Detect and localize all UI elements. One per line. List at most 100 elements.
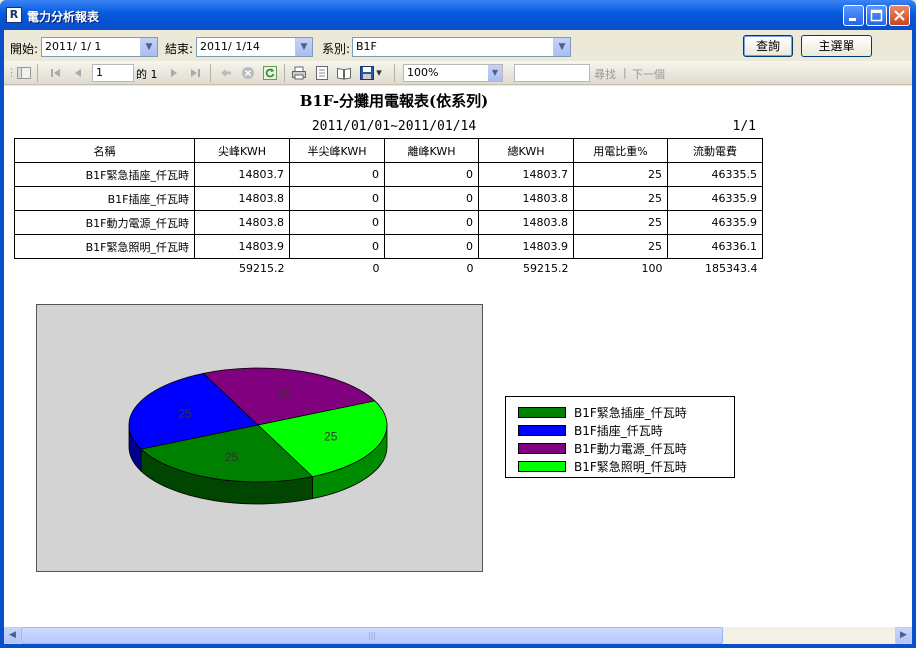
chevron-down-icon[interactable]: ▼ [140,38,157,56]
page-number-input[interactable]: 1 [92,64,134,82]
table-cell: 14803.7 [194,162,290,187]
table-cell: 14803.7 [478,162,574,187]
table-cell: 14803.8 [194,210,290,235]
table-cell: 0 [289,186,385,211]
document-map-icon[interactable] [16,65,32,81]
end-date-label: 結束: [165,42,194,56]
previous-page-icon[interactable] [70,65,86,81]
find-next-button[interactable]: 下一個 [632,66,665,82]
table-row: B1F緊急插座_仟瓦時 14803.7 0 0 14803.7 25 46335… [14,162,763,187]
chevron-right-icon: ▶ [900,630,907,640]
minimize-icon [849,18,856,21]
pie-slice-label: 25 [324,430,338,444]
table-cell: 14803.8 [478,210,574,235]
next-page-icon[interactable] [166,65,182,81]
legend-label: B1F緊急照明_仟瓦時 [574,460,687,474]
end-date-value: 2011/ 1/14 [200,40,260,53]
table-cell: B1F緊急照明_仟瓦時 [14,234,195,259]
zoom-select[interactable]: 100% ▼ [403,64,503,82]
main-menu-button[interactable]: 主選單 [801,35,872,57]
find-button[interactable]: 尋找 [594,66,616,82]
first-page-icon[interactable] [48,65,64,81]
column-header: 尖峰KWH [194,138,290,163]
table-cell: 25 [573,162,668,187]
column-header: 名稱 [14,138,195,163]
totals-row: 59215.2 0 0 59215.2 100 185343.4 [15,259,763,279]
chevron-down-icon[interactable]: ▼ [295,38,312,56]
system-select[interactable]: B1F ▼ [352,37,571,57]
pie-slice-label: 25 [278,386,292,400]
maximize-button[interactable] [866,5,887,26]
last-page-icon[interactable] [187,65,203,81]
print-layout-icon[interactable] [314,65,330,81]
title-bar: R 電力分析報表 [0,0,916,30]
window-frame-bottom [0,644,916,648]
table-cell: 14803.9 [194,234,290,259]
legend-swatch [518,407,566,418]
column-header: 總KWH [478,138,574,163]
print-icon[interactable] [291,65,307,81]
table-cell: 0 [384,234,479,259]
column-header: 流動電費 [667,138,763,163]
table-cell: 0 [289,162,385,187]
window-frame-right [912,30,916,648]
report-table: 名稱 尖峰KWH 半尖峰KWH 離峰KWH 總KWH 用電比重% 流動電費 B1… [14,138,763,279]
end-date-picker[interactable]: 2011/ 1/14 ▼ [196,37,313,57]
pie-slice-label: 25 [179,406,193,420]
table-cell: 0 [384,186,479,211]
scrollbar-thumb[interactable]: ||| [21,627,723,644]
chevron-left-icon: ◀ [9,630,16,640]
toolbar-separator [284,64,285,82]
column-header: 用電比重% [573,138,668,163]
total-cell: 0 [466,262,474,276]
filter-bar: 開始: 2011/ 1/ 1 ▼ 結束: 2011/ 1/14 ▼ 系別: B1… [4,30,912,61]
column-header: 離峰KWH [384,138,479,163]
close-icon [894,10,905,21]
table-cell: 14803.8 [478,186,574,211]
legend-label: B1F動力電源_仟瓦時 [574,442,687,456]
table-row: B1F動力電源_仟瓦時 14803.8 0 0 14803.8 25 46335… [14,210,763,235]
chevron-down-icon[interactable]: ▼ [488,65,502,81]
pie-chart-area: 25 25 25 25 [36,304,483,572]
back-icon[interactable] [218,65,234,81]
table-cell: 0 [289,210,385,235]
chart-legend: B1F緊急插座_仟瓦時 B1F插座_仟瓦時 B1F動力電源_仟瓦時 B1F緊急照… [505,396,735,478]
report-page-indicator: 1/1 [732,119,756,134]
table-cell: 25 [573,234,668,259]
report-date-range: 2011/01/01~2011/01/14 [311,119,477,134]
refresh-icon[interactable] [262,65,278,81]
table-cell: B1F動力電源_仟瓦時 [14,210,195,235]
page-count-label: 的 1 [136,68,158,81]
app-icon: R [6,7,22,23]
table-row: B1F緊急照明_仟瓦時 14803.9 0 0 14803.9 25 46336… [14,234,763,259]
horizontal-scrollbar[interactable]: ◀ ||| ▶ [4,627,912,644]
table-cell: 25 [573,186,668,211]
query-button[interactable]: 查詢 [743,35,793,57]
total-cell [15,259,195,279]
scroll-right-button[interactable]: ▶ [895,627,912,644]
start-date-label: 開始: [10,42,39,56]
chevron-down-icon[interactable]: ▼ [553,38,570,56]
minimize-button[interactable] [843,5,864,26]
start-date-picker[interactable]: 2011/ 1/ 1 ▼ [41,37,158,57]
pie-slice-label: 25 [225,450,239,464]
window-title: 電力分析報表 [27,10,100,24]
scroll-left-button[interactable]: ◀ [4,627,21,644]
save-icon[interactable] [359,65,375,81]
table-row: B1F插座_仟瓦時 14803.8 0 0 14803.8 25 46335.9 [14,186,763,211]
toolbar-separator: | [623,66,627,79]
close-button[interactable] [889,5,910,26]
total-cell: 185343.4 [705,262,758,276]
legend-label: B1F插座_仟瓦時 [574,424,663,438]
system-label: 系別: [322,42,351,56]
legend-label: B1F緊急插座_仟瓦時 [574,406,687,420]
report-toolbar: ⋮ 1 的 1 ▾ 100% ▼ 尋找 | 下一個 [4,61,912,85]
pie-chart: 25 25 25 25 [128,367,388,505]
find-text-input[interactable] [514,64,590,82]
stop-icon[interactable] [240,65,256,81]
page-setup-icon[interactable] [336,65,352,81]
toolbar-separator [394,64,395,82]
chevron-down-icon[interactable]: ▾ [374,65,384,81]
toolbar-separator [37,64,38,82]
grip-icon: ⋮ [6,66,17,79]
